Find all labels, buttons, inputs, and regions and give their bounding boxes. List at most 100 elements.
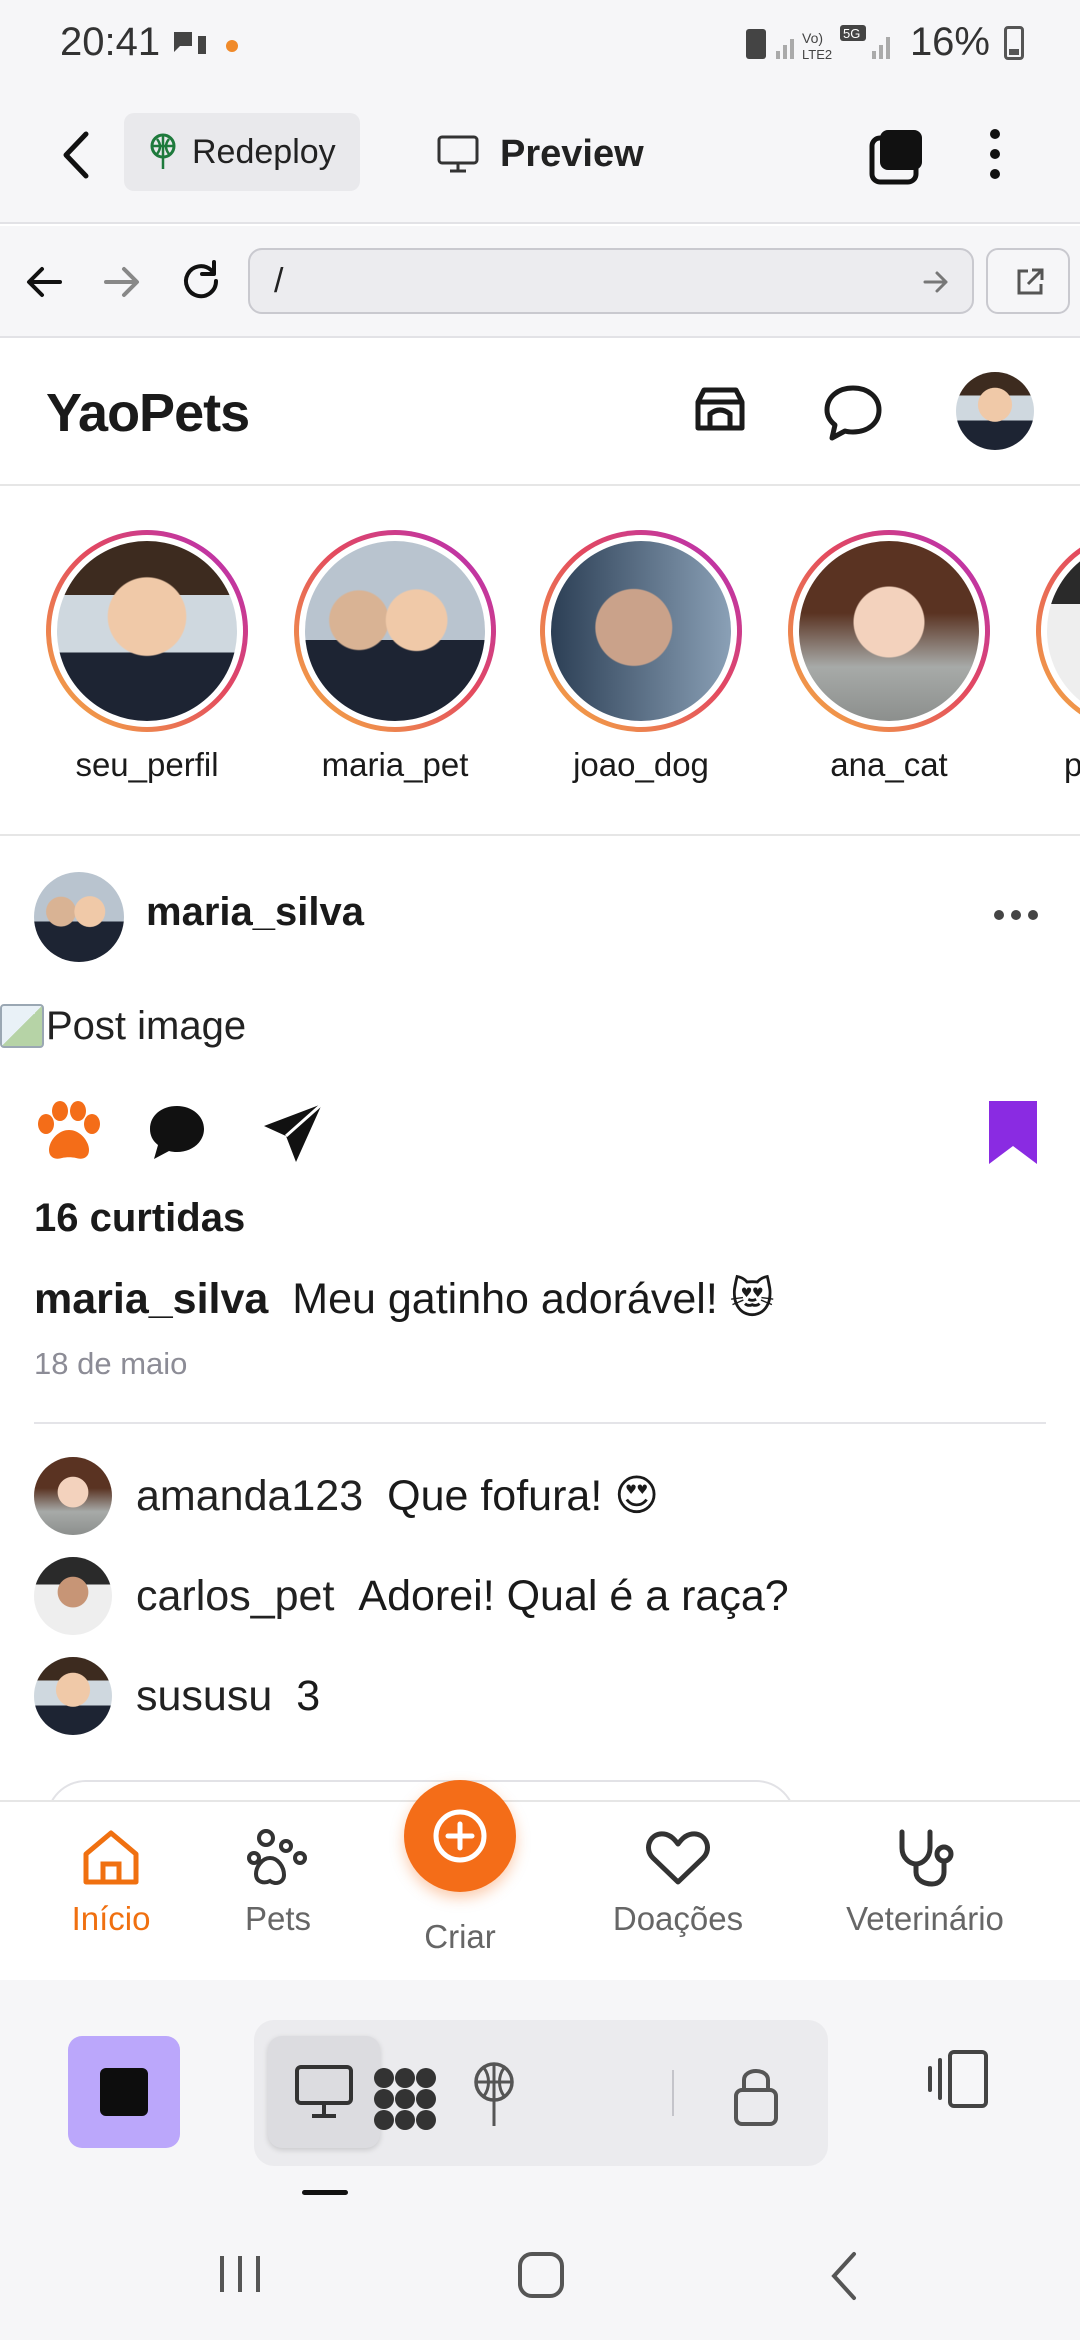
comment-icon[interactable]	[146, 1102, 208, 1164]
comment-avatar[interactable]	[34, 1457, 112, 1535]
story-label: seu_perfil	[75, 746, 219, 783]
post-image[interactable]: Post image	[0, 996, 246, 1056]
divider	[672, 2070, 674, 2116]
view-mode-switcher	[254, 2020, 828, 2166]
notification-icons	[174, 32, 238, 54]
nav-item-pets[interactable]: Pets	[218, 1828, 338, 1938]
story-item[interactable]: seu_perfil	[42, 530, 252, 784]
signal-icons: Vo) LTE2 5G	[745, 24, 890, 62]
svg-text:Vo): Vo)	[802, 30, 823, 46]
deploy-icon[interactable]	[464, 2060, 524, 2130]
post-author-avatar[interactable]	[34, 872, 124, 962]
svg-text:LTE2: LTE2	[802, 47, 832, 62]
preview-label: Preview	[500, 132, 644, 175]
post-username[interactable]: maria_silva	[146, 890, 364, 935]
story-avatar	[799, 541, 979, 721]
redeploy-label: Redeploy	[192, 132, 336, 171]
comment-row: amanda123 Que fofura! 😍	[34, 1456, 659, 1536]
store-icon[interactable]	[690, 384, 750, 436]
url-input[interactable]: /	[248, 248, 974, 314]
post-image-alt: Post image	[46, 1003, 247, 1048]
open-external-button[interactable]	[986, 248, 1070, 314]
pattern-icon[interactable]	[370, 2064, 440, 2134]
story-item[interactable]: ana_cat	[784, 530, 994, 784]
browser-back-icon[interactable]	[24, 262, 64, 302]
url-text: /	[274, 262, 284, 300]
back-button-icon[interactable]	[826, 2250, 862, 2302]
avatar	[956, 372, 1034, 450]
redeploy-button[interactable]: Redeploy	[124, 113, 360, 191]
plus-circle-icon	[433, 1809, 487, 1863]
nav-item-doacoes[interactable]: Doações	[600, 1828, 756, 1938]
post-actions	[34, 1098, 1046, 1168]
more-menu-icon[interactable]	[980, 124, 1010, 184]
comment-text: 3	[296, 1671, 321, 1720]
comment-text: Adorei! Qual é a raça?	[358, 1571, 789, 1620]
paw-icon	[247, 1829, 307, 1885]
app-bar: Redeploy Preview	[0, 88, 1080, 224]
battery-percent: 16%	[909, 20, 990, 64]
comment-row: carlos_pet Adorei! Qual é a raça?	[34, 1556, 789, 1636]
story-item[interactable]: joao_dog	[536, 530, 746, 784]
heart-icon	[646, 1831, 710, 1885]
nav-label: Início	[71, 1900, 151, 1937]
redeploy-icon	[150, 133, 176, 169]
desktop-view-button[interactable]	[268, 2036, 380, 2148]
status-bar: 20:41 Vo) LTE2 5G 16%	[0, 0, 1080, 88]
story-item[interactable]: maria_pet	[290, 530, 500, 784]
tabs-icon[interactable]	[866, 126, 926, 186]
avatar	[34, 1657, 112, 1735]
app-header: YaoPets	[0, 338, 1080, 486]
device-frame-icon[interactable]	[922, 2048, 994, 2110]
recent-apps-icon[interactable]	[216, 2252, 264, 2296]
comment-avatar[interactable]	[34, 1557, 112, 1635]
paw-like-icon[interactable]	[34, 1100, 104, 1164]
story-item[interactable]: p	[1032, 530, 1080, 784]
nav-label: Veterinário	[846, 1900, 1004, 1937]
browser-forward-icon[interactable]	[102, 262, 142, 302]
comment-row: sususu 3	[34, 1656, 320, 1736]
comment-username[interactable]: amanda123	[136, 1472, 363, 1521]
avatar	[34, 1557, 112, 1635]
story-label: maria_pet	[321, 746, 469, 783]
comment-username[interactable]: sususu	[136, 1672, 272, 1721]
story-avatar	[305, 541, 485, 721]
divider	[34, 1422, 1046, 1424]
back-icon[interactable]	[58, 128, 94, 182]
reload-icon[interactable]	[178, 258, 224, 304]
device-toolbar	[0, 1980, 1080, 2210]
messages-icon[interactable]	[822, 382, 884, 444]
share-send-icon[interactable]	[260, 1100, 326, 1166]
profile-avatar[interactable]	[956, 372, 1034, 450]
stop-icon	[100, 2068, 148, 2116]
svg-text:5G: 5G	[843, 26, 860, 41]
status-time: 20:41	[60, 20, 161, 64]
battery-icon	[1004, 25, 1024, 60]
stop-button[interactable]	[68, 2036, 180, 2148]
post-options-icon[interactable]	[994, 910, 1038, 920]
home-button-icon[interactable]	[516, 2250, 566, 2300]
nav-label: Pets	[244, 1900, 312, 1937]
story-label: p	[1032, 746, 1080, 784]
lock-icon[interactable]	[730, 2062, 782, 2128]
nav-item-veterinario[interactable]: Veterinário	[830, 1828, 1020, 1938]
likes-count: 16 curtidas	[34, 1196, 246, 1240]
browser-bar: /	[0, 226, 1080, 338]
stethoscope-icon	[899, 1829, 954, 1887]
bookmark-icon[interactable]	[986, 1098, 1040, 1166]
avatar	[34, 1457, 112, 1535]
caption-text: Meu gatinho adorável! 😻	[292, 1275, 775, 1323]
create-button[interactable]	[404, 1780, 516, 1892]
go-arrow-icon[interactable]	[922, 268, 950, 296]
comment-username[interactable]: carlos_pet	[136, 1572, 334, 1621]
nav-label: Doações	[612, 1900, 744, 1937]
app-logo: YaoPets	[46, 383, 250, 443]
comment-avatar[interactable]	[34, 1657, 112, 1735]
preview-button[interactable]: Preview	[436, 124, 644, 184]
caption-username[interactable]: maria_silva	[34, 1275, 268, 1323]
create-label: Criar	[424, 1918, 496, 1955]
nav-item-inicio[interactable]: Início	[46, 1828, 176, 1938]
status-right: Vo) LTE2 5G 16%	[745, 20, 1024, 65]
home-icon	[83, 1830, 139, 1885]
monitor-icon	[295, 2065, 353, 2118]
